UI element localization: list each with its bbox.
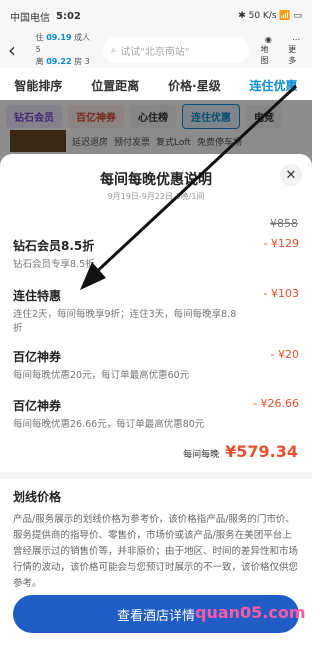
clock: 5:02 xyxy=(56,10,81,22)
discount-item: 连住特惠 - ¥103 连住2天，每间每晚享9折；连住3天，每间每晚享8.8折 xyxy=(13,287,299,336)
discount-desc: 连住2天，每间每晚享9折；连住3天，每间每晚享8.8折 xyxy=(13,309,237,334)
total-price: 每间每晚 ¥579.34 xyxy=(183,442,298,461)
status-icons: ✱ 50 K/s 📶 ▭ xyxy=(238,11,302,21)
section-divider xyxy=(0,472,312,479)
checkin-date: 09.19 xyxy=(46,33,72,42)
map-label: 地图 xyxy=(260,44,269,65)
search-input[interactable]: ⌕ 试试"北京南站" xyxy=(102,37,249,63)
filter-multi-night[interactable]: 连住优惠 xyxy=(250,77,298,94)
search-placeholder: 试试"北京南站" xyxy=(120,46,190,58)
discount-desc: 每间每晚优惠26.66元，每订单最高优惠80元 xyxy=(13,419,205,430)
strike-price-title: 划线价格 xyxy=(13,490,62,504)
close-icon[interactable]: ✕ xyxy=(280,164,302,186)
back-arrow-icon[interactable]: ‹ xyxy=(8,38,28,62)
checkout-label: 离 xyxy=(35,57,44,66)
view-hotel-label: 查看酒店详情 xyxy=(116,608,195,624)
filter-price-star[interactable]: 价格·星级 xyxy=(168,77,221,94)
rooms-count: 房 3 xyxy=(74,57,90,66)
discount-name: 连住特惠 xyxy=(13,289,62,303)
checkin-label: 住 xyxy=(35,33,44,42)
more-label: 更多 xyxy=(288,44,297,65)
checkout-date: 09.22 xyxy=(46,57,72,66)
discount-amount: - ¥26.66 xyxy=(253,397,299,410)
discount-amount: - ¥20 xyxy=(270,348,299,361)
discount-desc: 钻石会员专享8.5折 xyxy=(13,259,95,270)
discount-item: 百亿神券 - ¥26.66 每间每晚优惠26.66元，每订单最高优惠80元 xyxy=(13,397,299,432)
discount-name: 百亿神券 xyxy=(13,350,62,364)
watermark: quan05.com xyxy=(195,603,306,622)
discount-desc: 每间每晚优惠20元，每订单最高优惠60元 xyxy=(13,370,190,381)
original-price: ¥858 xyxy=(270,217,298,230)
more-icon: ⋯ xyxy=(292,34,301,44)
sheet-title: 每间每晚优惠说明 xyxy=(100,172,212,188)
date-selector[interactable]: 住 09.19 成人 5 离 09.22 房 3 xyxy=(36,32,97,68)
discount-amount: - ¥103 xyxy=(263,287,299,300)
discount-item: 钻石会员8.5折 - ¥129 钻石会员专享8.5折 xyxy=(13,237,299,272)
strike-price-text: 产品/服务展示的划线价格为参考价，该价格指产品/服务的门市价、服务提供商的指导价… xyxy=(13,514,299,589)
discount-amount: - ¥129 xyxy=(263,237,299,250)
map-button[interactable]: ◉ 地图 xyxy=(261,35,277,66)
discount-name: 钻石会员8.5折 xyxy=(13,239,95,253)
filter-sort[interactable]: 智能排序 xyxy=(14,77,62,94)
total-value: ¥579.34 xyxy=(225,442,298,461)
filter-location[interactable]: 位置距离 xyxy=(91,77,139,94)
discount-sheet: 每间每晚优惠说明 9月19日-9月22日 3晚/1间 ✕ ¥858 钻石会员8.… xyxy=(0,154,312,645)
map-icon: ◉ xyxy=(264,34,272,44)
total-label: 每间每晚 xyxy=(183,450,220,460)
search-bar: ‹ 住 09.19 成人 5 离 09.22 房 3 ⌕ 试试"北京南站" ◉ … xyxy=(0,32,312,68)
filter-bar: 智能排序 位置距离 价格·星级 连住优惠 xyxy=(0,70,312,100)
sheet-subtitle: 9月19日-9月22日 3晚/1间 xyxy=(107,192,205,201)
search-icon: ⌕ xyxy=(110,44,117,56)
discount-item: 百亿神券 - ¥20 每间每晚优惠20元，每订单最高优惠60元 xyxy=(13,348,299,383)
more-button[interactable]: ⋯ 更多 xyxy=(288,35,304,66)
carrier: 中国电信 xyxy=(10,12,50,24)
status-bar: 中国电信 5:02 ✱ 50 K/s 📶 ▭ xyxy=(0,0,312,32)
